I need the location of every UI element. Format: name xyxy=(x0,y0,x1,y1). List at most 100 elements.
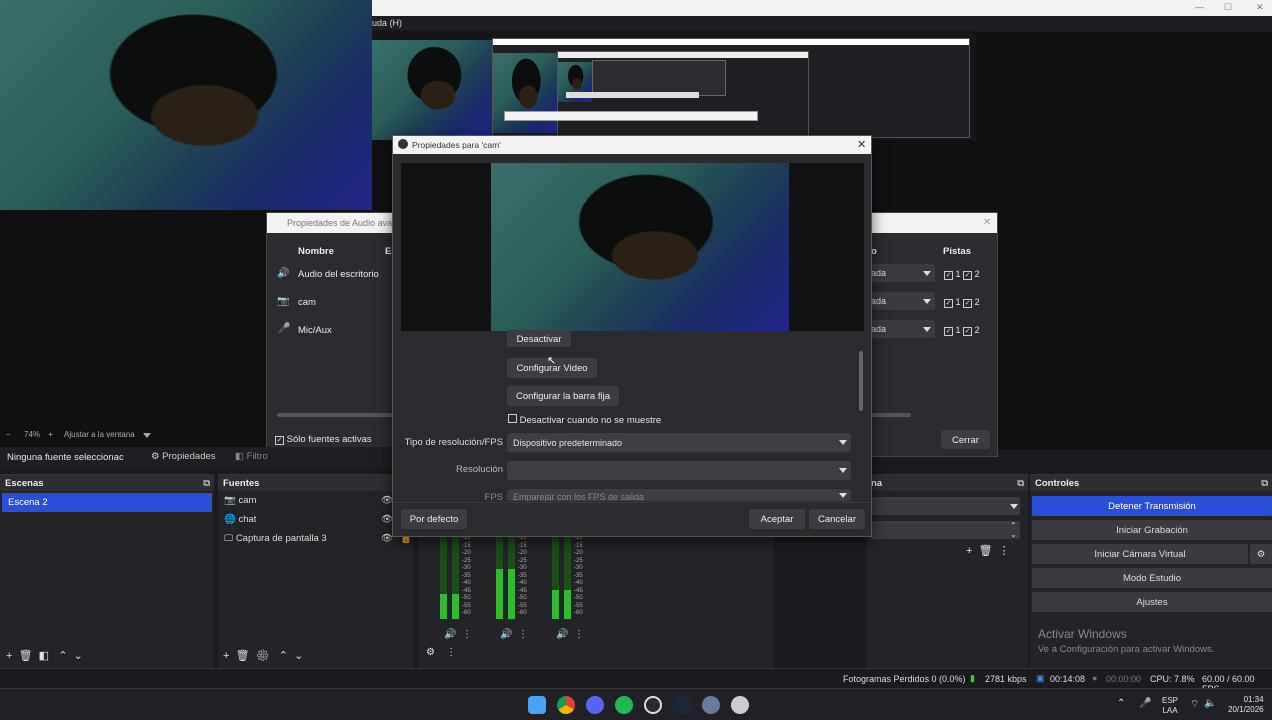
defaults-button[interactable]: Por defecto xyxy=(401,509,467,529)
virtual-camera-button[interactable]: Iniciar Cámara Virtual xyxy=(1032,544,1248,564)
steam-icon[interactable] xyxy=(673,696,691,714)
meter-scale-tick: -50 xyxy=(574,595,583,601)
mute-speaker-icon[interactable]: 🔊 xyxy=(500,629,512,640)
mixer-settings-icon[interactable]: ⚙ xyxy=(426,647,435,658)
gear-icon[interactable]: ⚙ xyxy=(256,650,270,662)
move-up-icon[interactable]: ⌃ xyxy=(58,650,67,662)
deactivate-hidden-checkbox[interactable]: Desactivar cuando no se muestre xyxy=(508,414,661,426)
add-icon[interactable]: + xyxy=(966,545,972,557)
scenes-header: Escenas ⧉ xyxy=(0,475,214,491)
fit-window-label[interactable]: Ajustar a la ventana xyxy=(64,430,135,439)
start-record-button[interactable]: Iniciar Grabación xyxy=(1032,520,1272,540)
accept-button[interactable]: Aceptar xyxy=(749,509,805,529)
resolution-select[interactable] xyxy=(507,461,851,480)
cancel-button[interactable]: Cancelar xyxy=(809,509,865,529)
close-icon[interactable]: ✕ xyxy=(1256,2,1264,13)
add-icon[interactable]: + xyxy=(6,650,12,662)
move-down-icon[interactable]: ⌄ xyxy=(74,650,83,662)
filters-button[interactable]: ◧ Filtro xyxy=(235,451,268,462)
discord-icon[interactable] xyxy=(586,696,604,714)
more-options-icon[interactable]: ⋮ xyxy=(574,629,584,640)
clock[interactable]: 01:34 20/1/2026 xyxy=(1228,695,1264,715)
properties-close-icon[interactable]: ✕ xyxy=(857,138,866,151)
res-type-select[interactable]: Dispositivo predeterminado xyxy=(507,433,851,452)
add-icon[interactable]: + xyxy=(223,650,229,662)
scenes-dock: Escenas ⧉ Escena 2 + 🗑 ◧ ⌃ ⌄ xyxy=(0,474,214,668)
more-options-icon[interactable]: ⋮ xyxy=(462,629,472,640)
stepper-icon: ⌃ ⌄ xyxy=(1010,521,1017,539)
duration-input[interactable]: ⌃ ⌄ xyxy=(870,521,1020,539)
microphone-icon[interactable]: 🎤 xyxy=(1139,698,1151,709)
monitor-select[interactable]: ada xyxy=(867,264,935,282)
meter-scale-tick: -45 xyxy=(462,587,471,594)
move-down-icon[interactable]: ⌄ xyxy=(294,650,303,662)
zoom-in-icon[interactable]: + xyxy=(48,430,53,439)
trash-icon[interactable]: 🗑 xyxy=(236,650,250,662)
vertical-scrollbar[interactable] xyxy=(859,351,863,411)
windows-start-icon[interactable] xyxy=(528,696,546,714)
close-button[interactable]: Cerrar xyxy=(941,430,990,449)
zoom-out-icon[interactable]: − xyxy=(6,430,11,439)
settings-button[interactable]: Ajustes xyxy=(1032,592,1272,612)
obs-icon[interactable] xyxy=(644,696,662,714)
chevron-down-icon[interactable] xyxy=(143,433,151,438)
source-item[interactable]: 🌐 chat 👁 xyxy=(218,510,414,529)
monitor-icon: 🖵 xyxy=(224,533,234,544)
mute-speaker-icon[interactable]: 🔊 xyxy=(444,629,456,640)
dock-float-icon[interactable]: ⧉ xyxy=(1017,478,1024,489)
filter-icon[interactable]: ◧ xyxy=(39,650,49,662)
language-indicator[interactable]: ESP LAA xyxy=(1162,696,1178,716)
audio-row-name: cam xyxy=(298,297,316,308)
chrome-icon[interactable] xyxy=(557,696,575,714)
app-icon[interactable] xyxy=(731,696,749,714)
volume-icon[interactable]: 🔈 xyxy=(1204,698,1216,709)
configure-bar-button[interactable]: Configurar la barra fija xyxy=(507,386,619,406)
trash-icon[interactable]: 🗑 xyxy=(19,650,33,662)
more-options-icon[interactable]: ⋮ xyxy=(446,647,456,658)
mute-speaker-icon[interactable]: 🔊 xyxy=(556,629,568,640)
resolution-label: Resolución xyxy=(456,464,503,475)
properties-button[interactable]: ⚙ Propiedades xyxy=(151,451,216,462)
meter-scale-tick: -40 xyxy=(574,580,583,586)
audio-dialog-close-icon[interactable]: ✕ xyxy=(983,217,991,228)
settings-icon[interactable] xyxy=(702,696,720,714)
camera-icon: 📷 xyxy=(224,495,236,506)
spotify-icon[interactable] xyxy=(615,696,633,714)
volume-meter-fill xyxy=(496,569,503,619)
source-item[interactable]: 🖵 Captura de pantalla 3 👁 🔒 xyxy=(218,529,414,548)
monitor-select[interactable]: ada xyxy=(867,320,935,338)
controls-header: Controles ⧉ xyxy=(1030,475,1272,491)
track-checkboxes[interactable]: ✓ 1 ✓ 2 xyxy=(944,297,980,308)
dock-float-icon[interactable]: ⧉ xyxy=(203,478,210,489)
sources-dock: Fuentes 📷 cam 👁 🌐 chat 👁 🖵 Captura de pant… xyxy=(218,474,414,668)
dropped-frames: Fotogramas Perdidos 0 (0.0%) xyxy=(843,674,966,684)
scene-actions: + 🗑 ◧ ⌃ ⌄ xyxy=(6,649,83,662)
more-options-icon[interactable]: ⋮ xyxy=(999,545,1010,557)
horizontal-scrollbar[interactable] xyxy=(277,413,397,417)
more-options-icon[interactable]: ⋮ xyxy=(518,629,528,640)
horizontal-scrollbar-right[interactable] xyxy=(871,413,911,417)
menu-help[interactable]: uda (H) xyxy=(372,18,402,28)
dock-float-icon[interactable]: ⧉ xyxy=(1261,478,1268,489)
chevron-up-icon[interactable]: ⌃ xyxy=(1117,698,1125,709)
maximize-icon[interactable]: ☐ xyxy=(1224,2,1232,13)
studio-mode-button[interactable]: Modo Estudio xyxy=(1032,568,1272,588)
deactivate-button[interactable]: Desactivar xyxy=(507,330,571,347)
wifi-icon[interactable]: ⌔ xyxy=(1190,698,1199,711)
trash-icon[interactable]: 🗑 xyxy=(979,545,993,557)
stop-stream-button[interactable]: Detener Transmisión xyxy=(1032,496,1272,516)
move-up-icon[interactable]: ⌃ xyxy=(279,650,288,662)
fps-select[interactable]: Emparejar con los FPS de salida xyxy=(507,489,851,501)
status-bar: Fotogramas Perdidos 0 (0.0%) ▮ 2781 kbps… xyxy=(0,668,1272,694)
properties-titlebar: Propiedades para 'cam' ✕ xyxy=(393,136,871,154)
meter-scale-tick: -25 xyxy=(518,557,527,564)
track-checkboxes[interactable]: ✓ 1 ✓ 2 xyxy=(944,325,980,336)
transition-select[interactable] xyxy=(870,497,1020,515)
monitor-select[interactable]: ada xyxy=(867,292,935,310)
track-checkboxes[interactable]: ✓ 1 ✓ 2 xyxy=(944,269,980,280)
source-item[interactable]: 📷 cam 👁 xyxy=(218,491,414,510)
minimize-icon[interactable]: — xyxy=(1195,2,1204,12)
virtual-camera-settings-icon[interactable]: ⚙ xyxy=(1250,544,1272,564)
scene-item[interactable]: Escena 2 xyxy=(2,493,212,512)
only-active-checkbox[interactable]: ✓ Sólo fuentes activas xyxy=(275,434,372,445)
